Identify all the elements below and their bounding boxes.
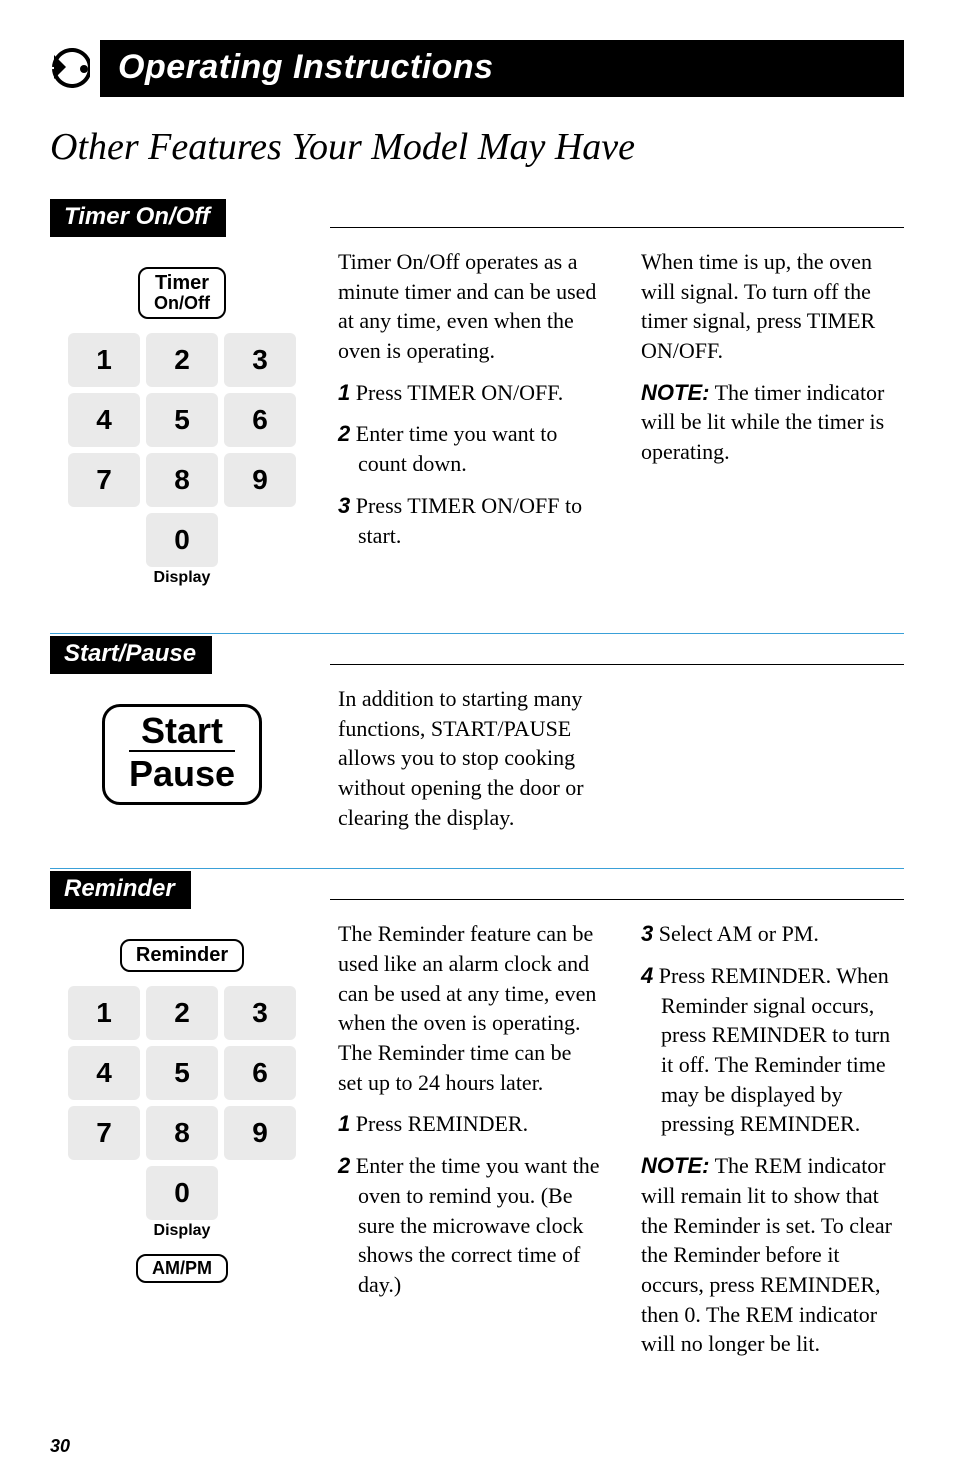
section-heading-timer: Timer On/Off — [50, 199, 226, 237]
section-startpause: Start/Pause Start Pause In addition to s… — [50, 633, 904, 832]
key-7: 7 — [68, 453, 140, 507]
section-timer: Timer On/Off Timer On/Off 1 2 3 4 5 6 7 … — [50, 199, 904, 597]
startpause-line2: Pause — [129, 752, 235, 794]
key-5: 5 — [146, 1046, 218, 1100]
section-heading-reminder: Reminder — [50, 871, 191, 909]
timer-step2: 2 Enter time you want to count down. — [338, 419, 601, 478]
page-number: 30 — [50, 1436, 70, 1457]
ampm-box: AM/PM — [136, 1254, 228, 1283]
startpause-button: Start Pause — [102, 704, 262, 805]
key-8: 8 — [146, 453, 218, 507]
key-2: 2 — [146, 986, 218, 1040]
reminder-col2: 3 Select AM or PM. 4 Press REMINDER. Whe… — [641, 919, 904, 1371]
startpause-line1: Start — [129, 711, 235, 753]
key-3: 3 — [224, 333, 296, 387]
timer-keypad: 1 2 3 4 5 6 7 8 9 0 — [50, 333, 314, 567]
key-2: 2 — [146, 333, 218, 387]
timer-p1: When time is up, the oven will signal. T… — [641, 247, 904, 366]
timer-label-line1: Timer — [154, 273, 210, 294]
key-9: 9 — [224, 1106, 296, 1160]
startpause-illustration: Start Pause — [50, 684, 314, 825]
header-row: Operating Instructions — [50, 40, 904, 97]
reminder-keypad: 1 2 3 4 5 6 7 8 9 0 — [50, 986, 314, 1220]
timer-control-illustration: Timer On/Off 1 2 3 4 5 6 7 8 9 0 Display — [50, 247, 314, 597]
key-6: 6 — [224, 393, 296, 447]
quickstart-icon — [50, 41, 90, 97]
page-title: Other Features Your Model May Have — [50, 125, 904, 169]
reminder-step1: 1 Press REMINDER. — [338, 1109, 601, 1139]
startpause-body: In addition to starting many functions, … — [338, 684, 618, 832]
key-0: 0 — [146, 513, 218, 567]
key-6: 6 — [224, 1046, 296, 1100]
timer-note: NOTE: The timer indicator will be lit wh… — [641, 378, 904, 467]
reminder-control-illustration: Reminder 1 2 3 4 5 6 7 8 9 0 Display AM/… — [50, 919, 314, 1293]
header-title: Operating Instructions — [100, 40, 904, 97]
key-3: 3 — [224, 986, 296, 1040]
reminder-step4: 4 Press REMINDER. When Reminder signal o… — [641, 961, 904, 1139]
reminder-step2: 2 Enter the time you want the oven to re… — [338, 1151, 601, 1299]
key-4: 4 — [68, 393, 140, 447]
timer-step3: 3 Press TIMER ON/OFF to start. — [338, 491, 601, 550]
reminder-intro: The Reminder feature can be used like an… — [338, 919, 601, 1097]
key-1: 1 — [68, 333, 140, 387]
key-8: 8 — [146, 1106, 218, 1160]
timer-label-box: Timer On/Off — [138, 267, 226, 319]
timer-col2: When time is up, the oven will signal. T… — [641, 247, 904, 562]
reminder-note: NOTE: The REM indicator will remain lit … — [641, 1151, 904, 1359]
reminder-display-label: Display — [50, 1222, 314, 1240]
key-9: 9 — [224, 453, 296, 507]
timer-label-line2: On/Off — [154, 294, 210, 313]
key-1: 1 — [68, 986, 140, 1040]
section-reminder: Reminder Reminder 1 2 3 4 5 6 7 8 9 0 — [50, 868, 904, 1371]
key-4: 4 — [68, 1046, 140, 1100]
timer-step1: 1 Press TIMER ON/OFF. — [338, 378, 601, 408]
key-7: 7 — [68, 1106, 140, 1160]
reminder-label-box: Reminder — [120, 939, 244, 972]
key-5: 5 — [146, 393, 218, 447]
reminder-step3: 3 Select AM or PM. — [641, 919, 904, 949]
key-0: 0 — [146, 1166, 218, 1220]
timer-display-label: Display — [50, 569, 314, 587]
reminder-col1: The Reminder feature can be used like an… — [338, 919, 601, 1371]
timer-intro: Timer On/Off operates as a minute timer … — [338, 247, 601, 366]
section-heading-startpause: Start/Pause — [50, 636, 212, 674]
timer-col1: Timer On/Off operates as a minute timer … — [338, 247, 601, 562]
